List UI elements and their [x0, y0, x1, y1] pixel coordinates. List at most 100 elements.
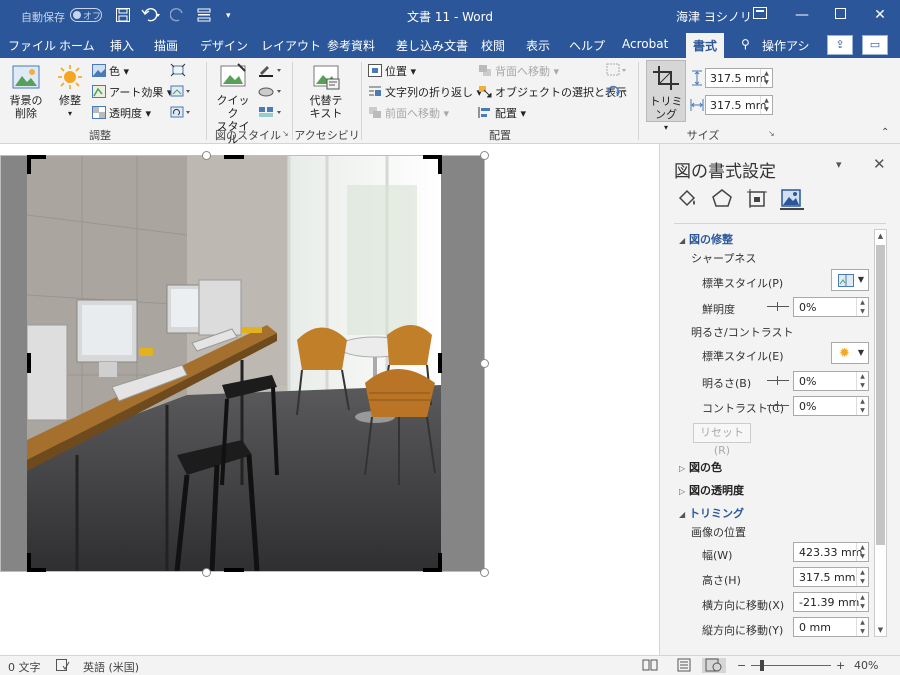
- tab-review[interactable]: 校閲: [481, 37, 505, 54]
- user-name[interactable]: 海津 ヨシノリ: [676, 8, 752, 25]
- slider-thumb[interactable]: [777, 401, 778, 410]
- ribbon-display-icon[interactable]: [748, 5, 772, 25]
- crop-handle-left[interactable]: [27, 353, 31, 373]
- crop-handle-bottom-right[interactable]: [438, 553, 442, 572]
- maximize-icon[interactable]: [828, 5, 852, 25]
- crop-handle-top[interactable]: [224, 155, 244, 159]
- bring-forward-button[interactable]: 前面へ移動 ▾: [368, 105, 449, 121]
- brightness-spinner[interactable]: ▲ ▼: [856, 372, 868, 390]
- size-launcher-icon[interactable]: ↘: [768, 129, 775, 138]
- section-picture-color[interactable]: ▷ 図の色: [679, 459, 722, 475]
- tab-design[interactable]: デザイン: [200, 37, 248, 54]
- pane-scrollbar[interactable]: ▲ ▼: [874, 229, 887, 637]
- crop-handle-right[interactable]: [438, 353, 442, 373]
- shape-width-field[interactable]: 317.5 mm ▲ ▼: [705, 95, 773, 115]
- tab-layout[interactable]: レイアウト: [261, 37, 321, 54]
- proofing-icon[interactable]: [56, 659, 70, 674]
- group-objects-icon[interactable]: [606, 63, 628, 80]
- styles-launcher-icon[interactable]: ↘: [282, 129, 289, 138]
- zoom-level[interactable]: 40%: [854, 659, 878, 672]
- sharpness-spinner[interactable]: ▲ ▼: [856, 298, 868, 316]
- tell-me-search[interactable]: 操作アシ: [762, 37, 810, 54]
- position-button[interactable]: 位置 ▾: [368, 63, 416, 79]
- resize-handle-bottom-right[interactable]: [480, 568, 489, 577]
- redo-icon[interactable]: [169, 7, 186, 25]
- image-height-spinner[interactable]: ▲ ▼: [856, 568, 868, 586]
- tab-view[interactable]: 表示: [526, 37, 550, 54]
- tab-insert[interactable]: 挿入: [110, 37, 134, 54]
- align-button[interactable]: 配置 ▾: [478, 105, 526, 121]
- selected-photo[interactable]: [27, 155, 441, 571]
- sharpness-slider[interactable]: [767, 302, 789, 311]
- reset-button[interactable]: リセット(R): [693, 423, 751, 457]
- art-effects-button[interactable]: アート効果 ▾: [92, 84, 172, 100]
- crop-handle-bottom-left[interactable]: [27, 553, 31, 572]
- offset-x-spinner[interactable]: ▲ ▼: [856, 593, 868, 611]
- tab-format[interactable]: 書式: [686, 33, 725, 58]
- rotate-icon[interactable]: [606, 84, 628, 101]
- crop-handle-top-left[interactable]: [27, 155, 31, 174]
- autosave-toggle[interactable]: オフ: [70, 8, 102, 22]
- pane-close-icon[interactable]: ✕: [873, 155, 886, 173]
- print-layout-icon[interactable]: [676, 658, 694, 673]
- picture-settings-icon[interactable]: [780, 188, 804, 210]
- scroll-down-icon[interactable]: ▼: [876, 625, 885, 635]
- language-indicator[interactable]: 英語 (米国): [83, 659, 139, 675]
- web-layout-icon[interactable]: [702, 658, 726, 673]
- picture-layout-icon[interactable]: [258, 105, 284, 122]
- tab-help[interactable]: ヘルプ: [569, 37, 605, 54]
- transparency-button[interactable]: 透明度 ▾: [92, 105, 151, 121]
- brightness-slider[interactable]: [767, 376, 789, 385]
- crop-button[interactable]: トリミング ▾: [646, 60, 686, 132]
- comments-button[interactable]: ▭: [862, 35, 888, 55]
- scroll-thumb[interactable]: [876, 245, 885, 545]
- sharpness-preset-dropdown[interactable]: ▼: [831, 269, 869, 291]
- slider-thumb[interactable]: [777, 302, 778, 311]
- send-backward-button[interactable]: 背面へ移動 ▾: [478, 63, 559, 79]
- close-icon[interactable]: ✕: [868, 5, 892, 25]
- qat-customize-icon[interactable]: ▾: [226, 7, 231, 25]
- scroll-up-icon[interactable]: ▲: [876, 231, 885, 241]
- collapse-ribbon-icon[interactable]: ⌃: [881, 127, 889, 138]
- image-width-field[interactable]: 423.33 mm ▲ ▼: [793, 542, 869, 562]
- tab-mailings[interactable]: 差し込み文書: [396, 37, 468, 54]
- resize-handle-right[interactable]: [480, 359, 489, 368]
- save-icon[interactable]: [115, 7, 131, 25]
- tab-acrobat[interactable]: Acrobat: [622, 37, 668, 51]
- contrast-spinner[interactable]: ▲ ▼: [856, 397, 868, 415]
- compress-pictures-icon[interactable]: [170, 63, 186, 80]
- height-spinner[interactable]: ▲ ▼: [760, 69, 772, 87]
- offset-x-field[interactable]: -21.39 mm ▲ ▼: [793, 592, 869, 612]
- crop-handle-top-right[interactable]: [438, 155, 442, 174]
- image-width-spinner[interactable]: ▲ ▼: [856, 543, 868, 561]
- width-spinner[interactable]: ▲ ▼: [760, 96, 772, 114]
- bc-preset-dropdown[interactable]: ✹ ▼: [831, 342, 869, 364]
- undo-icon[interactable]: [141, 7, 163, 25]
- color-button[interactable]: 色 ▾: [92, 63, 129, 79]
- read-mode-icon[interactable]: [642, 658, 660, 673]
- pane-options-icon[interactable]: ▾: [836, 158, 842, 171]
- reset-picture-icon[interactable]: [170, 105, 192, 122]
- selection-pane-button[interactable]: オブジェクトの選択と表示: [478, 84, 627, 100]
- change-picture-icon[interactable]: [170, 84, 192, 101]
- shape-height-field[interactable]: 317.5 mm ▲ ▼: [705, 68, 773, 88]
- alt-text-button[interactable]: 代替テ キスト: [302, 63, 350, 120]
- tab-draw[interactable]: 描画: [154, 37, 178, 54]
- wrap-text-button[interactable]: 文字列の折り返し ▾: [368, 84, 482, 100]
- share-button[interactable]: ⇪: [827, 35, 853, 55]
- document-canvas[interactable]: [0, 144, 659, 655]
- image-height-field[interactable]: 317.5 mm ▲ ▼: [793, 567, 869, 587]
- offset-y-spinner[interactable]: ▲ ▼: [856, 618, 868, 636]
- section-picture-transparency[interactable]: ▷ 図の透明度: [679, 482, 744, 498]
- zoom-out-icon[interactable]: −: [737, 659, 746, 672]
- minimize-icon[interactable]: —: [790, 5, 814, 25]
- crop-handle-bottom[interactable]: [224, 568, 244, 572]
- contrast-slider[interactable]: [767, 401, 789, 410]
- zoom-slider-thumb[interactable]: [760, 660, 764, 671]
- zoom-in-icon[interactable]: +: [836, 659, 845, 672]
- search-icon[interactable]: ⚲: [741, 37, 750, 51]
- remove-background-button[interactable]: 背景の 削除: [6, 63, 46, 120]
- section-crop[interactable]: ◢ トリミング: [679, 505, 744, 521]
- effects-icon[interactable]: [711, 188, 735, 210]
- sharpness-field[interactable]: 0% ▲ ▼: [793, 297, 869, 317]
